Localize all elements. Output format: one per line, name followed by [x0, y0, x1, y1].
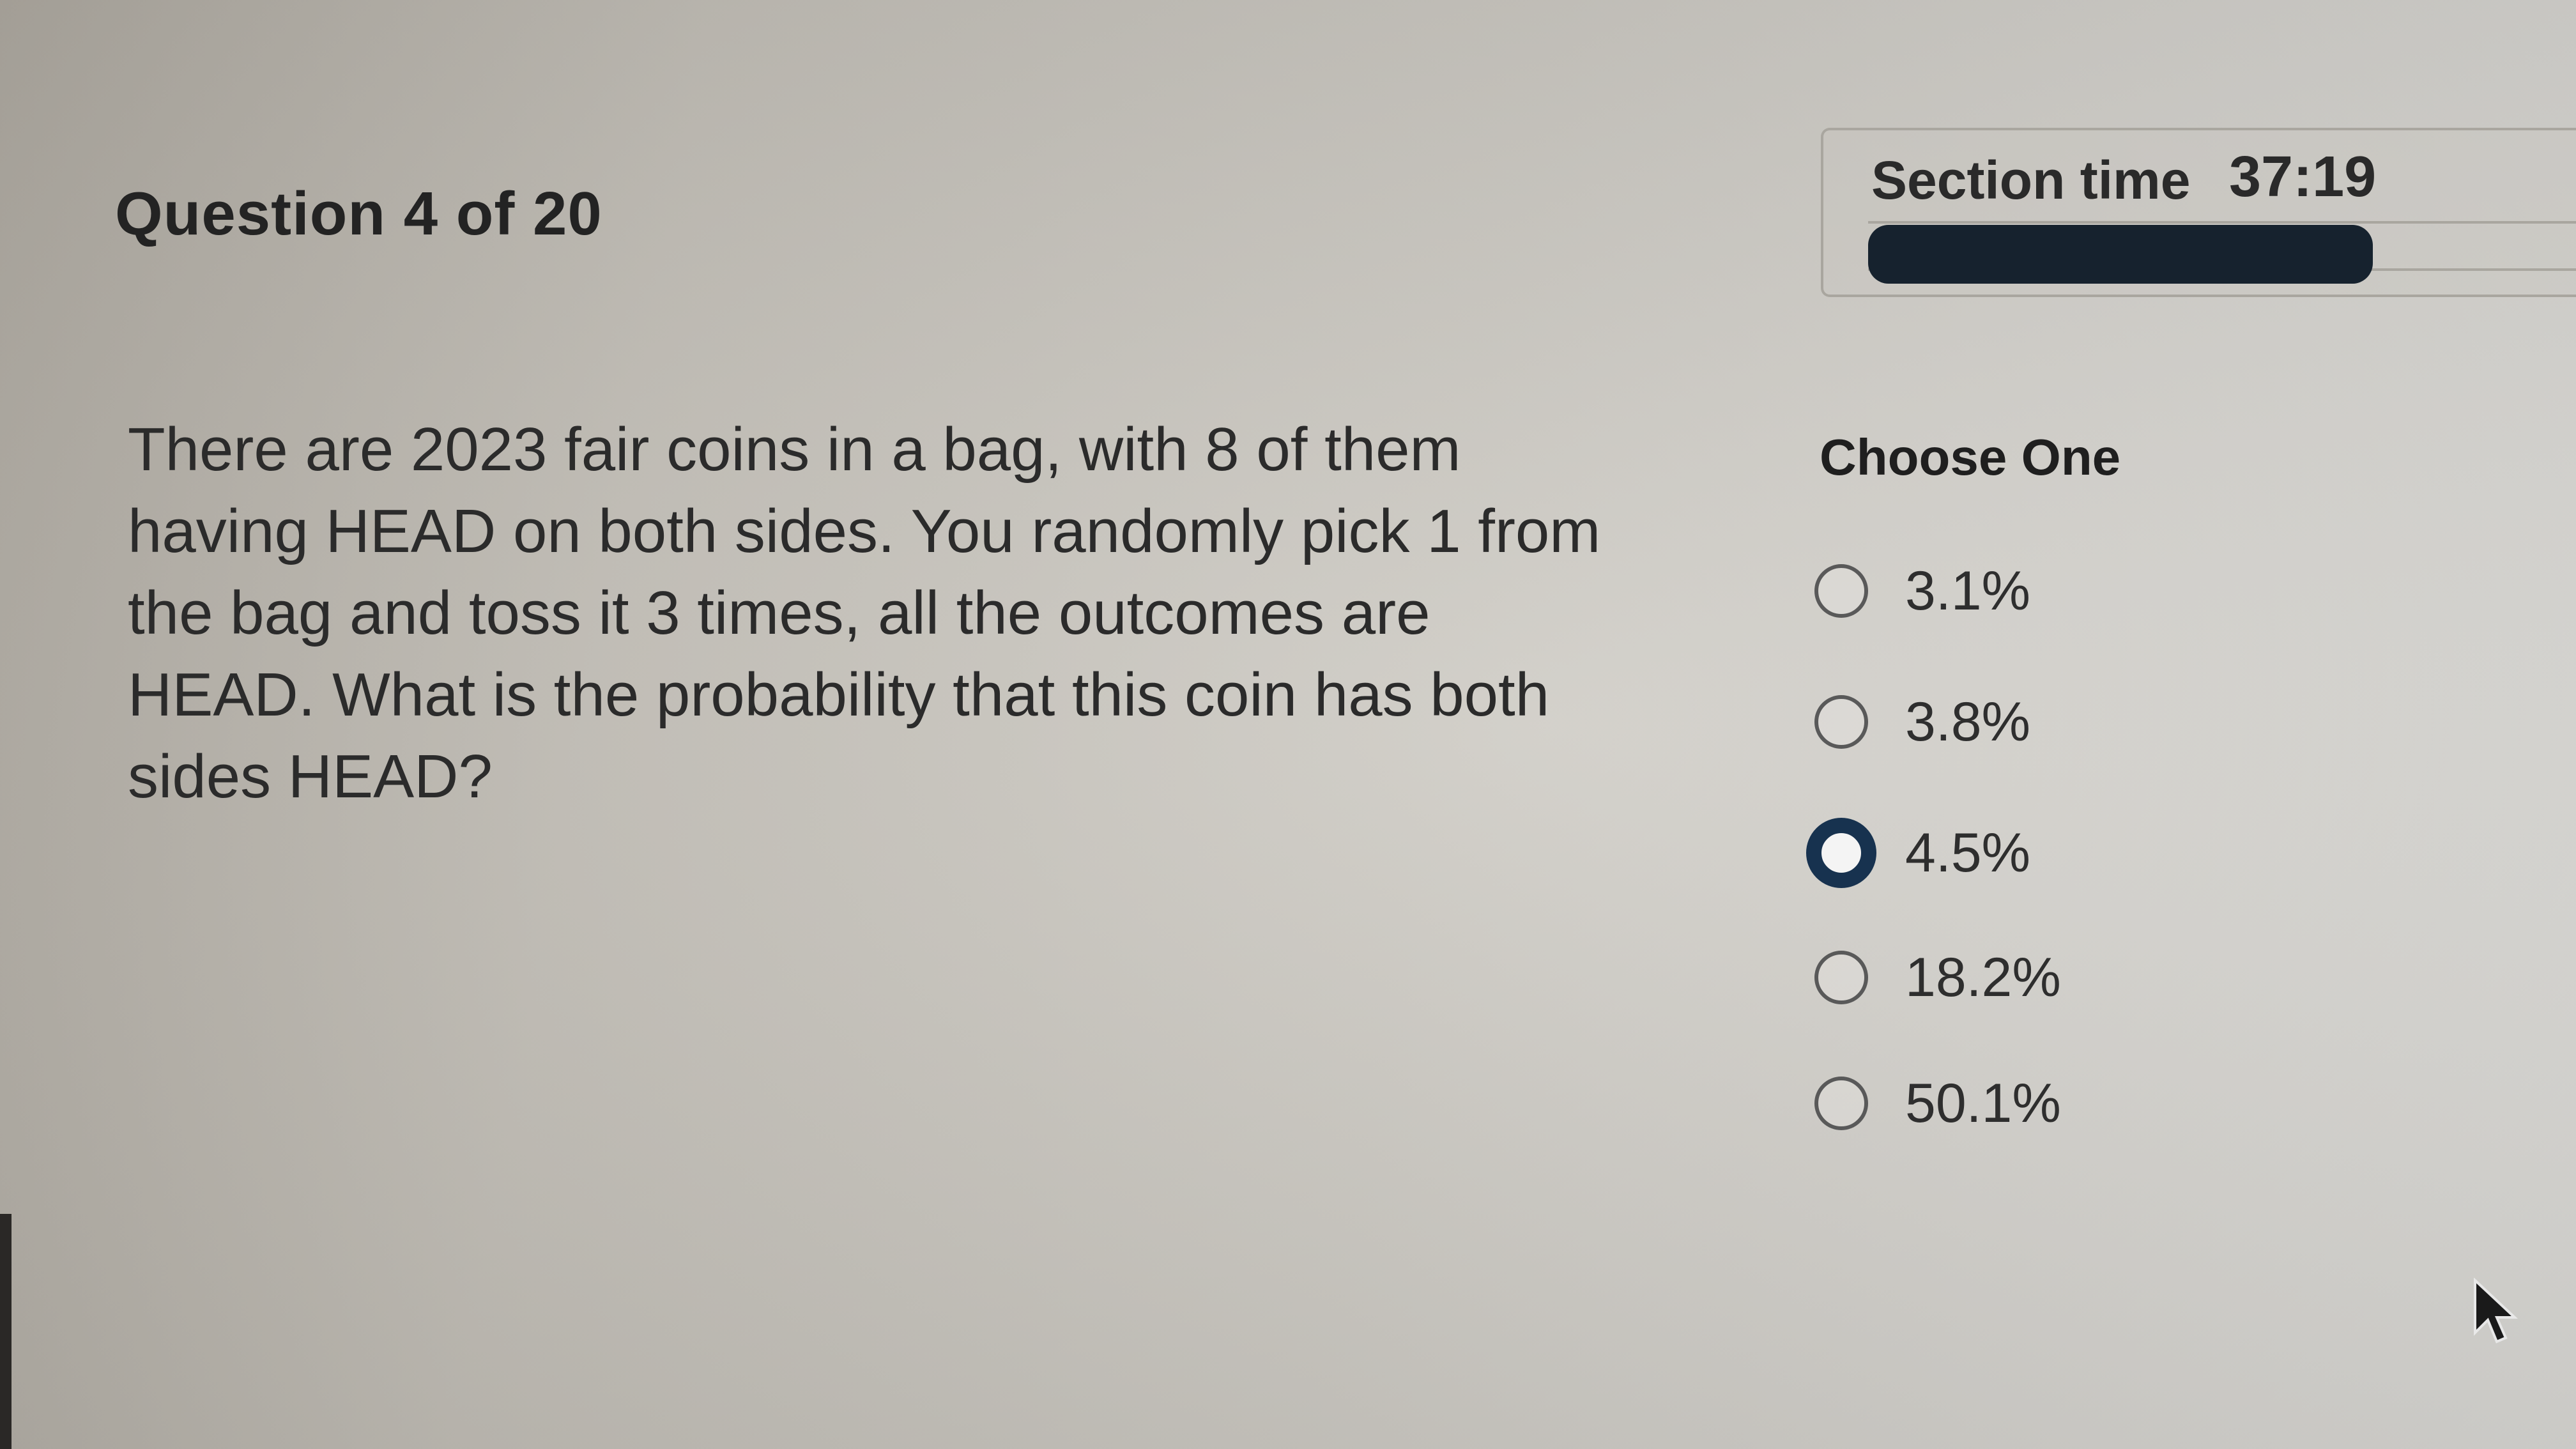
- section-time-value: 37:19: [2229, 145, 2377, 209]
- mouse-pointer-arrow-icon: [2474, 1278, 2518, 1344]
- answer-option-1[interactable]: 3.1%: [1814, 556, 2030, 626]
- section-timer-panel: Section time 37:19: [1821, 128, 2576, 297]
- radio-button-icon[interactable]: [1814, 695, 1868, 749]
- answer-option-label: 3.8%: [1905, 691, 2031, 753]
- radio-button-icon[interactable]: [1814, 564, 1868, 618]
- radio-button-icon[interactable]: [1814, 1077, 1868, 1130]
- question-text: There are 2023 fair coins in a bag, with…: [128, 415, 1601, 811]
- answer-option-label: 4.5%: [1905, 822, 2031, 884]
- question-counter: Question 4 of 20: [115, 180, 602, 248]
- radio-button-icon[interactable]: [1814, 951, 1868, 1004]
- choose-one-label: Choose One: [1820, 429, 2121, 486]
- answer-option-2[interactable]: 3.8%: [1814, 687, 2030, 757]
- answer-option-label: 50.1%: [1905, 1072, 2061, 1134]
- section-time-label: Section time: [1871, 150, 2191, 210]
- radio-button-selected-icon[interactable]: [1806, 818, 1876, 888]
- answer-option-3[interactable]: 4.5%: [1806, 818, 2031, 888]
- answer-option-label: 3.1%: [1905, 560, 2031, 622]
- time-progress-bar: [1868, 225, 2373, 284]
- answer-option-label: 18.2%: [1905, 946, 2061, 1008]
- monitor-bezel-edge: [0, 1214, 12, 1449]
- answer-option-5[interactable]: 50.1%: [1814, 1068, 2061, 1138]
- answer-option-4[interactable]: 18.2%: [1814, 942, 2061, 1013]
